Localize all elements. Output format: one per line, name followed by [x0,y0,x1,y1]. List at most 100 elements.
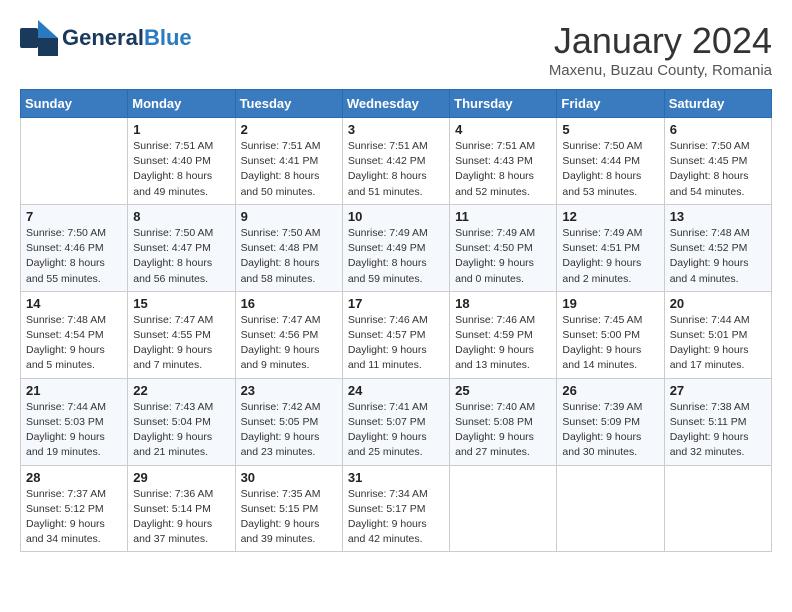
week-row-1: 1Sunrise: 7:51 AMSunset: 4:40 PMDaylight… [21,118,772,205]
day-cell: 3Sunrise: 7:51 AMSunset: 4:42 PMDaylight… [342,118,449,205]
day-info: Sunrise: 7:50 AMSunset: 4:44 PMDaylight:… [562,139,658,200]
day-number: 21 [26,383,122,398]
day-cell [21,118,128,205]
day-info: Sunrise: 7:35 AMSunset: 5:15 PMDaylight:… [241,487,337,548]
day-number: 24 [348,383,444,398]
week-row-3: 14Sunrise: 7:48 AMSunset: 4:54 PMDayligh… [21,291,772,378]
day-cell: 17Sunrise: 7:46 AMSunset: 4:57 PMDayligh… [342,291,449,378]
day-cell: 4Sunrise: 7:51 AMSunset: 4:43 PMDaylight… [450,118,557,205]
day-number: 27 [670,383,766,398]
day-cell: 27 Sunrise: 7:38 AMSunset: 5:11 PMDayligh… [664,378,771,465]
day-cell: 23Sunrise: 7:42 AMSunset: 5:05 PMDayligh… [235,378,342,465]
day-info: Sunrise: 7:46 AMSunset: 4:59 PMDaylight:… [455,313,551,374]
day-number: 5 [562,122,658,137]
day-info: Sunrise: 7:45 AMSunset: 5:00 PMDaylight:… [562,313,658,374]
day-info: Sunrise: 7:50 AMSunset: 4:48 PMDaylight:… [241,226,337,287]
day-info: Sunrise: 7:46 AMSunset: 4:57 PMDaylight:… [348,313,444,374]
day-number: 23 [241,383,337,398]
day-info: Sunrise: 7:49 AMSunset: 4:50 PMDaylight:… [455,226,551,287]
day-cell: 14Sunrise: 7:48 AMSunset: 4:54 PMDayligh… [21,291,128,378]
day-number: 10 [348,209,444,224]
day-number: 7 [26,209,122,224]
day-info: Sunrise: 7:38 AMSunset: 5:11 PMDaylight:… [670,400,766,461]
day-info: Sunrise: 7:50 AMSunset: 4:46 PMDaylight:… [26,226,122,287]
day-info: Sunrise: 7:51 AMSunset: 4:41 PMDaylight:… [241,139,337,200]
calendar-table: SundayMondayTuesdayWednesdayThursdayFrid… [20,89,772,552]
day-cell: 22Sunrise: 7:43 AMSunset: 5:04 PMDayligh… [128,378,235,465]
day-cell: 21 Sunrise: 7:44 AMSunset: 5:03 PMDayligh… [21,378,128,465]
title-section: January 2024 Maxenu, Buzau County, Roman… [549,20,772,79]
day-number: 20 [670,296,766,311]
day-info: Sunrise: 7:36 AMSunset: 5:14 PMDaylight:… [133,487,229,548]
day-info: Sunrise: 7:34 AMSunset: 5:17 PMDaylight:… [348,487,444,548]
day-cell: 6 Sunrise: 7:50 AMSunset: 4:45 PMDaylight… [664,118,771,205]
day-cell: 2Sunrise: 7:51 AMSunset: 4:41 PMDaylight… [235,118,342,205]
logo-general: General [62,25,144,50]
day-info: Sunrise: 7:50 AMSunset: 4:45 PMDaylight:… [670,139,766,200]
day-of-week-friday: Friday [557,90,664,118]
day-cell: 7 Sunrise: 7:50 AMSunset: 4:46 PMDaylight… [21,204,128,291]
day-info: Sunrise: 7:49 AMSunset: 4:51 PMDaylight:… [562,226,658,287]
day-info: Sunrise: 7:39 AMSunset: 5:09 PMDaylight:… [562,400,658,461]
day-cell [664,465,771,552]
day-of-week-thursday: Thursday [450,90,557,118]
week-row-5: 28 Sunrise: 7:37 AMSunset: 5:12 PMDayligh… [21,465,772,552]
day-cell: 29Sunrise: 7:36 AMSunset: 5:14 PMDayligh… [128,465,235,552]
day-info: Sunrise: 7:41 AMSunset: 5:07 PMDaylight:… [348,400,444,461]
day-cell: 25Sunrise: 7:40 AMSunset: 5:08 PMDayligh… [450,378,557,465]
day-number: 6 [670,122,766,137]
day-cell: 30 Sunrise: 7:35 AMSunset: 5:15 PMDayligh… [235,465,342,552]
day-info: Sunrise: 7:44 AMSunset: 5:01 PMDaylight:… [670,313,766,374]
day-info: Sunrise: 7:51 AMSunset: 4:43 PMDaylight:… [455,139,551,200]
day-number: 19 [562,296,658,311]
day-number: 11 [455,209,551,224]
day-number: 1 [133,122,229,137]
day-number: 8 [133,209,229,224]
day-number: 13 [670,209,766,224]
day-of-week-saturday: Saturday [664,90,771,118]
week-row-4: 21 Sunrise: 7:44 AMSunset: 5:03 PMDayligh… [21,378,772,465]
logo-blue: Blue [144,25,192,50]
day-cell: 5 Sunrise: 7:50 AMSunset: 4:44 PMDaylight… [557,118,664,205]
day-number: 12 [562,209,658,224]
day-info: Sunrise: 7:50 AMSunset: 4:47 PMDaylight:… [133,226,229,287]
day-of-week-monday: Monday [128,90,235,118]
day-cell: 31 Sunrise: 7:34 AMSunset: 5:17 PMDayligh… [342,465,449,552]
day-cell [557,465,664,552]
day-info: Sunrise: 7:44 AMSunset: 5:03 PMDaylight:… [26,400,122,461]
day-number: 30 [241,470,337,485]
day-info: Sunrise: 7:49 AMSunset: 4:49 PMDaylight:… [348,226,444,287]
day-cell: 24 Sunrise: 7:41 AMSunset: 5:07 PMDayligh… [342,378,449,465]
day-number: 28 [26,470,122,485]
day-cell: 11 Sunrise: 7:49 AMSunset: 4:50 PMDayligh… [450,204,557,291]
day-cell: 20 Sunrise: 7:44 AMSunset: 5:01 PMDayligh… [664,291,771,378]
location: Maxenu, Buzau County, Romania [549,62,772,79]
calendar-header: SundayMondayTuesdayWednesdayThursdayFrid… [21,90,772,118]
day-info: Sunrise: 7:48 AMSunset: 4:54 PMDaylight:… [26,313,122,374]
day-info: Sunrise: 7:37 AMSunset: 5:12 PMDaylight:… [26,487,122,548]
day-number: 16 [241,296,337,311]
calendar-body: 1Sunrise: 7:51 AMSunset: 4:40 PMDaylight… [21,118,772,552]
day-of-week-wednesday: Wednesday [342,90,449,118]
day-cell: 28 Sunrise: 7:37 AMSunset: 5:12 PMDayligh… [21,465,128,552]
day-number: 9 [241,209,337,224]
day-info: Sunrise: 7:51 AMSunset: 4:42 PMDaylight:… [348,139,444,200]
day-info: Sunrise: 7:47 AMSunset: 4:55 PMDaylight:… [133,313,229,374]
day-cell [450,465,557,552]
day-of-week-sunday: Sunday [21,90,128,118]
day-cell: 8 Sunrise: 7:50 AMSunset: 4:47 PMDaylight… [128,204,235,291]
logo: GeneralBlue [20,20,192,56]
day-number: 15 [133,296,229,311]
day-cell: 13 Sunrise: 7:48 AMSunset: 4:52 PMDayligh… [664,204,771,291]
day-number: 18 [455,296,551,311]
day-cell: 9 Sunrise: 7:50 AMSunset: 4:48 PMDaylight… [235,204,342,291]
day-cell: 26Sunrise: 7:39 AMSunset: 5:09 PMDayligh… [557,378,664,465]
day-cell: 16Sunrise: 7:47 AMSunset: 4:56 PMDayligh… [235,291,342,378]
day-cell: 1Sunrise: 7:51 AMSunset: 4:40 PMDaylight… [128,118,235,205]
day-cell: 18 Sunrise: 7:46 AMSunset: 4:59 PMDayligh… [450,291,557,378]
day-number: 31 [348,470,444,485]
day-info: Sunrise: 7:48 AMSunset: 4:52 PMDaylight:… [670,226,766,287]
day-cell: 15 Sunrise: 7:47 AMSunset: 4:55 PMDayligh… [128,291,235,378]
day-cell: 12 Sunrise: 7:49 AMSunset: 4:51 PMDayligh… [557,204,664,291]
page-header: GeneralBlue January 2024 Maxenu, Buzau C… [20,20,772,79]
